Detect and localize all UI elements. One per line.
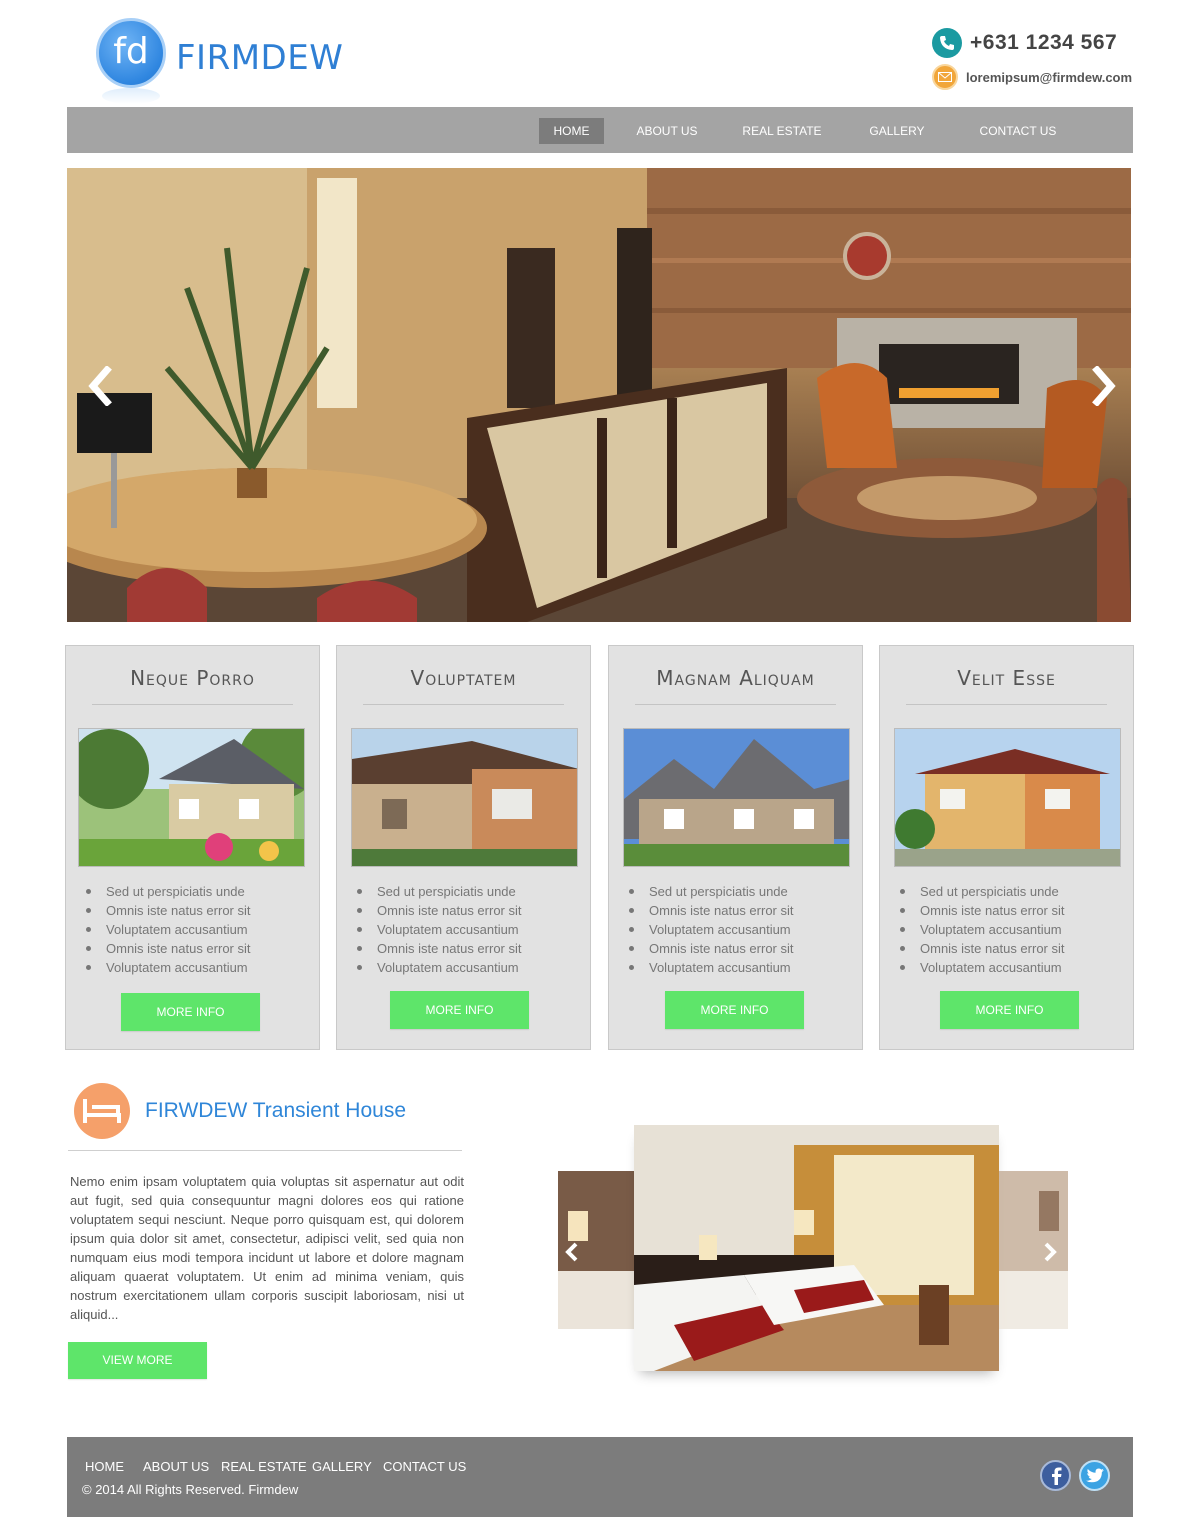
logo-reflection — [102, 88, 160, 104]
feature-list: Sed ut perspiciatis unde Omnis iste natu… — [900, 882, 1065, 977]
gallery-next-arrow[interactable] — [1040, 1241, 1060, 1263]
chevron-right-icon — [1044, 1242, 1057, 1262]
property-card: Velit Esse Sed ut perspiciatis unde Omni… — [879, 645, 1134, 1050]
card-title: Velit Esse — [957, 666, 1056, 690]
divider — [635, 704, 836, 705]
list-item: Voluptatem accusantium — [86, 920, 251, 939]
logo[interactable]: fd FIRMDEW — [96, 18, 343, 108]
list-item: Voluptatem accusantium — [86, 958, 251, 977]
list-item: Omnis iste natus error sit — [629, 939, 794, 958]
contact-email[interactable]: loremipsum@firmdew.com — [932, 63, 1132, 91]
list-item: Voluptatem accusantium — [357, 958, 522, 977]
more-info-button[interactable]: MORE INFO — [390, 991, 529, 1029]
feature-list: Sed ut perspiciatis unde Omnis iste natu… — [86, 882, 251, 977]
hero-slider — [67, 168, 1131, 622]
list-item: Sed ut perspiciatis unde — [86, 882, 251, 901]
email-address: loremipsum@firmdew.com — [966, 69, 1133, 85]
section-title: FIRWDEW Transient House — [145, 1099, 407, 1122]
list-item: Voluptatem accusantium — [629, 920, 794, 939]
list-item: Sed ut perspiciatis unde — [357, 882, 522, 901]
card-title: Magnam Aliquam — [656, 666, 815, 690]
gallery-main-photo[interactable] — [634, 1125, 999, 1371]
footer-link-home[interactable]: HOME — [85, 1459, 124, 1474]
list-item: Omnis iste natus error sit — [900, 901, 1065, 920]
list-item: Omnis iste natus error sit — [357, 901, 522, 920]
bed-icon — [74, 1083, 130, 1139]
more-info-button[interactable]: MORE INFO — [665, 991, 804, 1029]
chevron-left-icon — [565, 1242, 578, 1262]
more-info-button[interactable]: MORE INFO — [121, 993, 260, 1031]
list-item: Omnis iste natus error sit — [86, 939, 251, 958]
hero-lobby-image — [67, 168, 1131, 622]
hero-prev-arrow[interactable] — [85, 366, 115, 406]
nav-gallery[interactable]: GALLERY — [857, 118, 937, 144]
room-gallery — [558, 1125, 1068, 1390]
brand-name: FIRMDEW — [176, 38, 344, 78]
footer-link-real-estate[interactable]: REAL ESTATE — [221, 1459, 307, 1474]
list-item: Omnis iste natus error sit — [629, 901, 794, 920]
list-item: Sed ut perspiciatis unde — [900, 882, 1065, 901]
list-item: Voluptatem accusantium — [357, 920, 522, 939]
list-item: Omnis iste natus error sit — [86, 901, 251, 920]
list-item: Voluptatem accusantium — [900, 958, 1065, 977]
property-card: Magnam Aliquam Sed ut perspiciatis unde … — [608, 645, 863, 1050]
main-nav: HOME ABOUT US REAL ESTATE GALLERY CONTAC… — [67, 107, 1133, 153]
copyright: © 2014 All Rights Reserved. Firmdew — [82, 1482, 299, 1497]
nav-about-us[interactable]: ABOUT US — [627, 118, 707, 144]
property-photo[interactable] — [78, 728, 305, 867]
contact-phone[interactable]: +631 1234 567 — [932, 28, 1117, 58]
footer-link-contact-us[interactable]: CONTACT US — [383, 1459, 466, 1474]
divider — [363, 704, 564, 705]
feature-list: Sed ut perspiciatis unde Omnis iste natu… — [357, 882, 522, 977]
divider — [68, 1150, 462, 1151]
property-photo[interactable] — [623, 728, 850, 867]
nav-real-estate[interactable]: REAL ESTATE — [737, 118, 827, 144]
footer-link-about-us[interactable]: ABOUT US — [143, 1459, 209, 1474]
nav-home[interactable]: HOME — [539, 118, 604, 144]
property-photo[interactable] — [351, 728, 578, 867]
view-more-button[interactable]: VIEW MORE — [68, 1342, 207, 1379]
chevron-right-icon — [1092, 366, 1116, 406]
hero-next-arrow[interactable] — [1089, 366, 1119, 406]
list-item: Sed ut perspiciatis unde — [629, 882, 794, 901]
card-title: Voluptatem — [410, 666, 517, 690]
twitter-icon[interactable] — [1079, 1460, 1110, 1491]
list-item: Voluptatem accusantium — [900, 920, 1065, 939]
section-body: Nemo enim ipsam voluptatem quia voluptas… — [70, 1174, 464, 1322]
logo-mark: fd — [96, 18, 166, 88]
list-item: Omnis iste natus error sit — [357, 939, 522, 958]
property-card: Neque Porro Sed ut perspiciatis unde Omn… — [65, 645, 320, 1050]
divider — [906, 704, 1107, 705]
phone-number: +631 1234 567 — [970, 31, 1118, 54]
footer-link-gallery[interactable]: GALLERY — [312, 1459, 372, 1474]
nav-contact-us[interactable]: CONTACT US — [967, 118, 1069, 144]
facebook-icon[interactable] — [1040, 1460, 1071, 1491]
more-info-button[interactable]: MORE INFO — [940, 991, 1079, 1029]
mail-icon — [932, 64, 958, 90]
chevron-left-icon — [88, 366, 112, 406]
phone-icon — [932, 28, 962, 58]
list-item: Omnis iste natus error sit — [900, 939, 1065, 958]
card-title: Neque Porro — [130, 666, 255, 690]
footer: HOME ABOUT US REAL ESTATE GALLERY CONTAC… — [67, 1437, 1133, 1517]
feature-list: Sed ut perspiciatis unde Omnis iste natu… — [629, 882, 794, 977]
property-photo[interactable] — [894, 728, 1121, 867]
list-item: Voluptatem accusantium — [629, 958, 794, 977]
divider — [92, 704, 293, 705]
gallery-prev-arrow[interactable] — [562, 1241, 582, 1263]
property-card: Voluptatem Sed ut perspiciatis unde Omni… — [336, 645, 591, 1050]
